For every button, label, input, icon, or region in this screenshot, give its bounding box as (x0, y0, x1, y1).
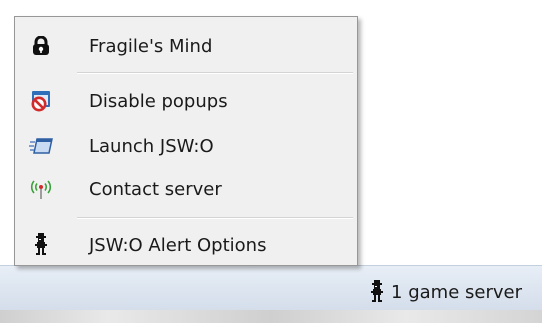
miner-willy-icon[interactable] (369, 280, 385, 304)
menu-item-launch-jswo[interactable]: Launch JSW:O (17, 130, 355, 162)
menu-item-label: Contact server (89, 178, 222, 200)
desktop: 1 game server Fragile's Mind Disable pop… (0, 0, 542, 323)
miner-willy-icon (17, 229, 65, 261)
antenna-icon (17, 173, 65, 205)
launch-window-icon (17, 130, 65, 162)
menu-separator (77, 217, 353, 219)
taskbar-edge (0, 310, 542, 323)
tray-status[interactable]: 1 game server (369, 275, 522, 309)
menu-item-fragiles-mind[interactable]: Fragile's Mind (17, 30, 355, 62)
menu-item-contact-server[interactable]: Contact server (17, 173, 355, 205)
menu-item-disable-popups[interactable]: Disable popups (17, 85, 355, 117)
menu-item-label: Launch JSW:O (89, 135, 214, 157)
menu-item-alert-options[interactable]: JSW:O Alert Options (17, 229, 355, 261)
menu-item-label: Fragile's Mind (89, 35, 213, 57)
lock-icon (17, 30, 65, 62)
game-server-count: 1 game server (391, 281, 522, 303)
no-popups-icon (17, 85, 65, 117)
menu-separator (77, 72, 353, 74)
menu-item-label: Disable popups (89, 90, 228, 112)
tray-context-menu: Fragile's Mind Disable popups Launch JSW… (14, 16, 358, 266)
menu-item-label: JSW:O Alert Options (89, 234, 267, 256)
